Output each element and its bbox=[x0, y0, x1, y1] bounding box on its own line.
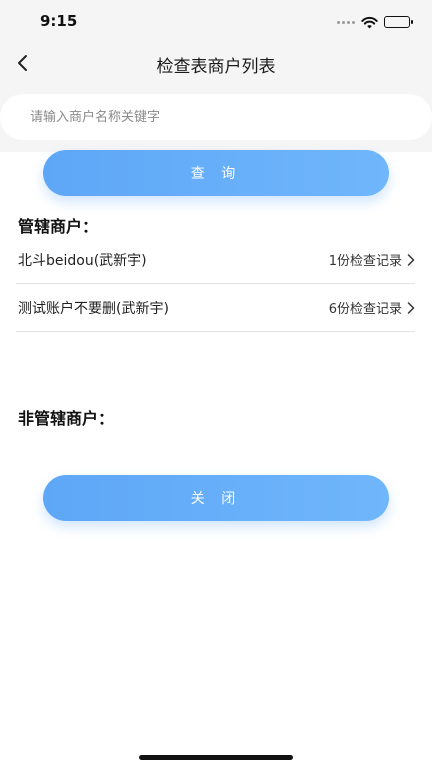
page-title: 检查表商户列表 bbox=[156, 57, 276, 77]
merchant-record-link[interactable]: 1份检查记录 bbox=[329, 250, 415, 269]
record-count: 1份检查记录 bbox=[328, 254, 402, 269]
managed-merchants-title: 管辖商户： bbox=[18, 217, 99, 236]
search-area bbox=[0, 82, 432, 152]
status-bar: 9:15 bbox=[0, 0, 432, 44]
status-time: 9:15 bbox=[40, 12, 78, 30]
chevron-right-icon bbox=[407, 301, 415, 314]
navigation-bar: 检查表商户列表 bbox=[0, 44, 432, 82]
merchant-row[interactable]: 北斗beidou(武新宇) 1份检查记录 bbox=[16, 236, 415, 284]
cellular-signal-icon bbox=[337, 20, 355, 24]
status-icons bbox=[337, 14, 413, 30]
record-count: 6份检查记录 bbox=[328, 302, 402, 317]
query-button[interactable]: 查 询 bbox=[43, 150, 389, 196]
wifi-icon bbox=[361, 16, 378, 28]
unmanaged-merchants-title: 非管辖商户： bbox=[18, 409, 115, 428]
chevron-right-icon bbox=[407, 253, 415, 266]
close-button[interactable]: 关 闭 bbox=[43, 475, 389, 521]
search-input[interactable] bbox=[0, 94, 432, 140]
battery-icon bbox=[384, 16, 413, 28]
home-indicator[interactable] bbox=[139, 755, 293, 760]
merchant-row[interactable]: 测试账户不要删(武新宇) 6份检查记录 bbox=[16, 284, 415, 332]
merchant-name: 测试账户不要删(武新宇) bbox=[18, 300, 169, 317]
managed-merchant-list: 北斗beidou(武新宇) 1份检查记录 测试账户不要删(武新宇) 6份检查记录 bbox=[16, 236, 415, 332]
merchant-name: 北斗beidou(武新宇) bbox=[18, 252, 147, 269]
merchant-record-link[interactable]: 6份检查记录 bbox=[329, 298, 415, 317]
